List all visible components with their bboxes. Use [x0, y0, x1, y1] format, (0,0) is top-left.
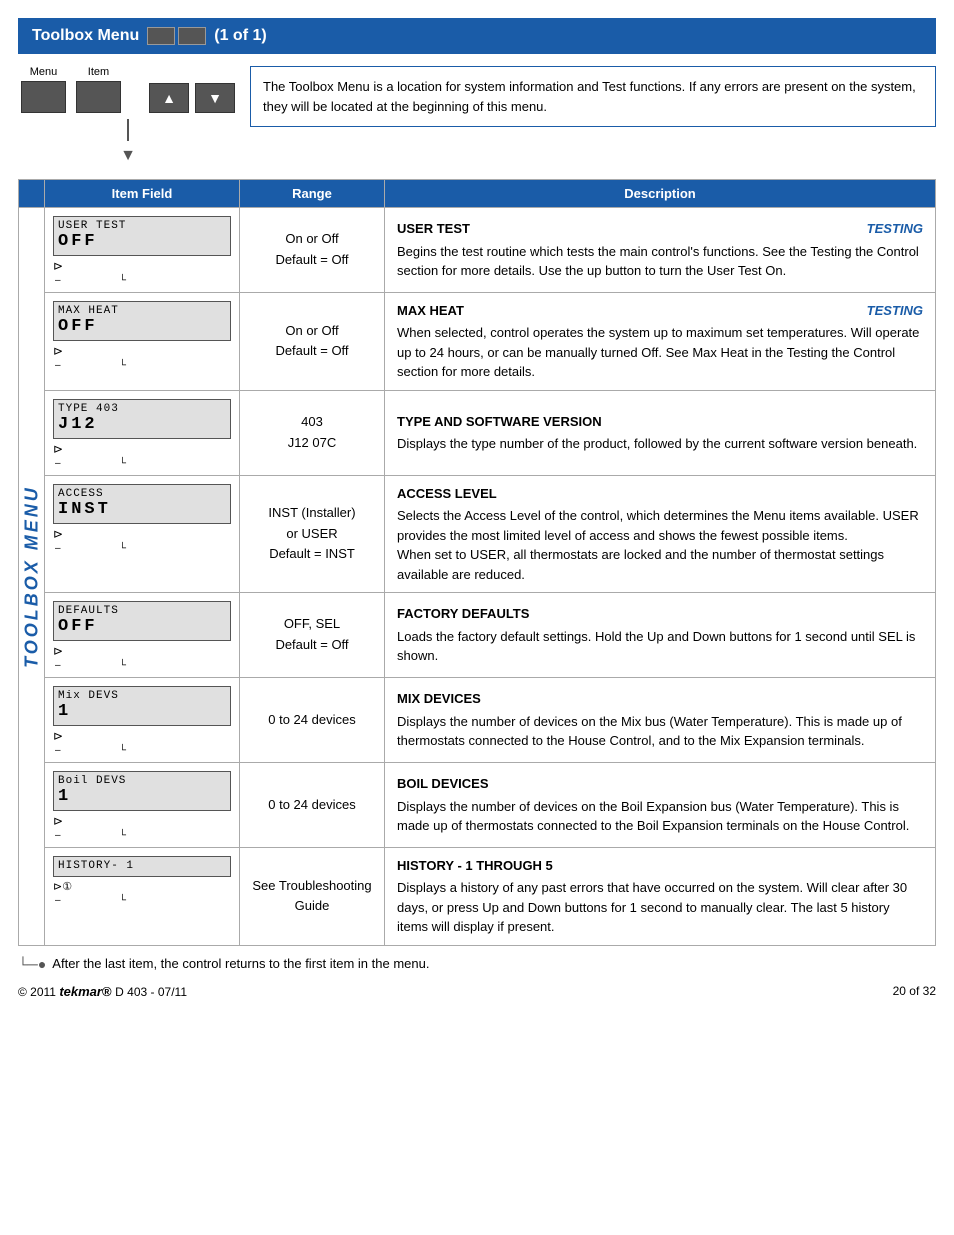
- item-field-cell: Boil DEVS1⊳– └: [45, 763, 240, 848]
- col-header-range: Range: [240, 180, 385, 208]
- description-cell: BOIL DEVICES Displays the number of devic…: [385, 763, 936, 848]
- description-cell: USER TEST TESTING Begins the test routine …: [385, 208, 936, 293]
- item-button[interactable]: [76, 81, 121, 113]
- arrow-down-icon: ▼: [120, 147, 136, 165]
- desc-tag: TESTING: [867, 301, 923, 321]
- table-row: DEFAULTSOFF⊳– └OFF, SELDefault = OffFACT…: [19, 593, 936, 678]
- menu-label: Menu: [30, 66, 58, 78]
- desc-text: Displays the type number of the product,…: [397, 434, 923, 454]
- col-header-description: Description: [385, 180, 936, 208]
- header-title: Toolbox Menu: [32, 27, 139, 45]
- desc-tag: TESTING: [867, 219, 923, 239]
- main-table: Item Field Range Description TOOLBOX MEN…: [18, 179, 936, 946]
- item-field-cell: MAX HEATOFF⊳– └: [45, 292, 240, 390]
- header-icon: [147, 27, 206, 45]
- range-cell: 403J12 07C: [240, 390, 385, 475]
- footer-bottom: © 2011 tekmar® D 403 - 07/11 20 of 32: [18, 984, 936, 999]
- desc-title: USER TEST: [397, 219, 470, 239]
- desc-text: Loads the factory default settings. Hold…: [397, 627, 923, 666]
- table-row: ACCESSINST⊳– └INST (Installer)or USERDef…: [19, 475, 936, 593]
- range-cell: 0 to 24 devices: [240, 678, 385, 763]
- desc-title: MIX DEVICES: [397, 689, 481, 709]
- table-row: Mix DEVS1⊳– └0 to 24 devices MIX DEVICES D…: [19, 678, 936, 763]
- item-field-cell: HISTORY- 1⊳①– └: [45, 847, 240, 945]
- desc-text: Begins the test routine which tests the …: [397, 242, 923, 281]
- footer-arrow-icon: └─●: [18, 956, 46, 972]
- desc-text: Displays the number of devices on the Mi…: [397, 712, 923, 751]
- model-number: D 403 - 07/11: [115, 985, 187, 999]
- page-header: Toolbox Menu (1 of 1): [18, 18, 936, 54]
- range-cell: 0 to 24 devices: [240, 763, 385, 848]
- button-diagram: Menu Item ▲ ▼ ▼: [18, 66, 238, 165]
- range-cell: INST (Installer)or USERDefault = INST: [240, 475, 385, 593]
- item-field-cell: DEFAULTSOFF⊳– └: [45, 593, 240, 678]
- item-field-cell: USER TESTOFF⊳– └: [45, 208, 240, 293]
- col-header-item: Item Field: [45, 180, 240, 208]
- item-label: Item: [88, 66, 109, 78]
- desc-title: HISTORY - 1 THROUGH 5: [397, 856, 553, 876]
- desc-text: When selected, control operates the syst…: [397, 323, 923, 382]
- description-cell: MIX DEVICES Displays the number of device…: [385, 678, 936, 763]
- menu-button[interactable]: [21, 81, 66, 113]
- item-field-cell: Mix DEVS1⊳– └: [45, 678, 240, 763]
- table-row: TOOLBOX MENUUSER TESTOFF⊳– └On or OffDef…: [19, 208, 936, 293]
- desc-text: Displays a history of any past errors th…: [397, 878, 923, 937]
- copyright-text: © 2011: [18, 985, 56, 999]
- item-field-cell: ACCESSINST⊳– └: [45, 475, 240, 593]
- range-cell: On or OffDefault = Off: [240, 208, 385, 293]
- footer-note: └─● After the last item, the control ret…: [18, 956, 936, 972]
- desc-title: TYPE AND SOFTWARE VERSION: [397, 412, 602, 432]
- intro-description: The Toolbox Menu is a location for syste…: [250, 66, 936, 127]
- footer-note-text: After the last item, the control returns…: [52, 956, 429, 971]
- table-row: HISTORY- 1⊳①– └See TroubleshootingGuideH…: [19, 847, 936, 945]
- copyright-area: © 2011 tekmar® D 403 - 07/11: [18, 984, 187, 999]
- header-subtitle: (1 of 1): [214, 27, 266, 45]
- desc-title: BOIL DEVICES: [397, 774, 489, 794]
- intro-section: Menu Item ▲ ▼ ▼ The Toolbox Menu is a lo…: [18, 66, 936, 165]
- table-row: Boil DEVS1⊳– └0 to 24 devicesBOIL DEVICE…: [19, 763, 936, 848]
- desc-title: MAX HEAT: [397, 301, 464, 321]
- desc-text: Selects the Access Level of the control,…: [397, 506, 923, 584]
- item-field-cell: TYPE 403J12⊳– └: [45, 390, 240, 475]
- toolbox-menu-label: TOOLBOX MENU: [19, 208, 45, 946]
- desc-title: ACCESS LEVEL: [397, 484, 497, 504]
- range-cell: OFF, SELDefault = Off: [240, 593, 385, 678]
- down-arrow-line: [127, 119, 129, 141]
- description-cell: TYPE AND SOFTWARE VERSIONDisplays the ty…: [385, 390, 936, 475]
- range-cell: See TroubleshootingGuide: [240, 847, 385, 945]
- description-cell: ACCESS LEVELSelects the Access Level of …: [385, 475, 936, 593]
- page-number: 20 of 32: [893, 984, 936, 999]
- table-row: MAX HEATOFF⊳– └On or OffDefault = OffMAX…: [19, 292, 936, 390]
- down-arrow-button[interactable]: ▼: [195, 83, 235, 113]
- description-cell: FACTORY DEFAULTS Loads the factory defaul…: [385, 593, 936, 678]
- description-cell: MAX HEAT TESTINGWhen selected, control op…: [385, 292, 936, 390]
- brand-name: tekmar®: [59, 984, 115, 999]
- range-cell: On or OffDefault = Off: [240, 292, 385, 390]
- desc-title: FACTORY DEFAULTS: [397, 604, 529, 624]
- desc-text: Displays the number of devices on the Bo…: [397, 797, 923, 836]
- table-row: TYPE 403J12⊳– └403J12 07CTYPE AND SOFTWA…: [19, 390, 936, 475]
- description-cell: HISTORY - 1 THROUGH 5Displays a history …: [385, 847, 936, 945]
- up-arrow-button[interactable]: ▲: [149, 83, 189, 113]
